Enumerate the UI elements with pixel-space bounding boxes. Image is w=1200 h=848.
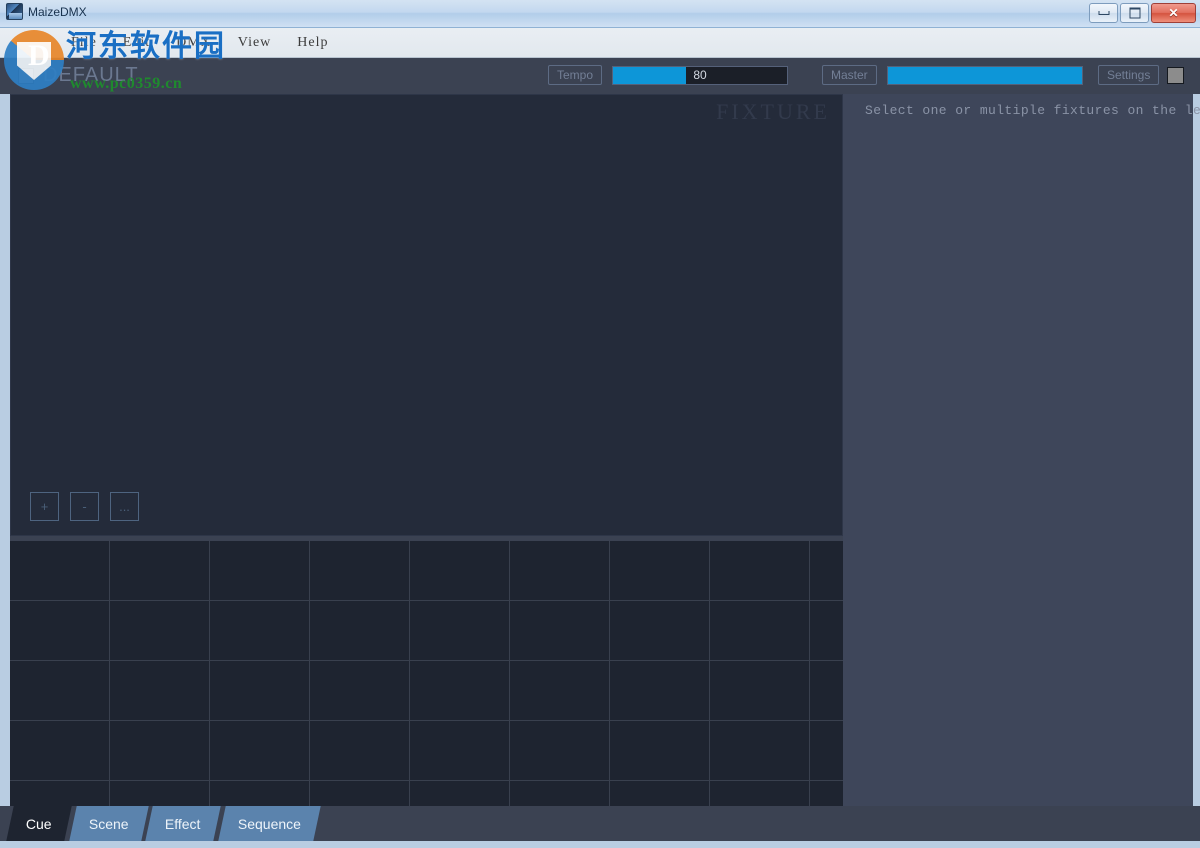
window-title-bar: MaizeDMX ✕	[0, 0, 1200, 28]
cue-cell[interactable]	[10, 721, 110, 781]
cue-cell[interactable]	[410, 721, 510, 781]
cue-grid-panel[interactable]	[10, 541, 843, 806]
close-icon: ✕	[1168, 6, 1179, 20]
fixture-panel-title: FIXTURE	[716, 99, 830, 124]
cue-cell[interactable]	[510, 661, 610, 721]
cue-cell[interactable]	[610, 721, 710, 781]
master-control: Master	[822, 65, 1083, 85]
tempo-control: Tempo 80	[548, 65, 789, 85]
cue-cell[interactable]	[510, 541, 610, 601]
settings-control: Settings	[1098, 65, 1185, 85]
cue-cell[interactable]	[10, 601, 110, 661]
master-button[interactable]: Master	[822, 65, 877, 85]
cue-cell[interactable]	[310, 781, 410, 806]
master-slider[interactable]	[886, 65, 1083, 85]
maximize-icon	[1129, 7, 1140, 19]
cue-cell[interactable]	[710, 541, 810, 601]
cue-cell[interactable]	[10, 661, 110, 721]
cue-cell[interactable]	[410, 541, 510, 601]
window-controls: ✕	[1089, 3, 1196, 23]
cue-cell[interactable]	[610, 781, 710, 806]
cue-cell[interactable]	[110, 661, 210, 721]
cue-cell[interactable]	[810, 661, 843, 721]
fixture-selection-hint: Select one or multiple fixtures on the l…	[865, 103, 1200, 118]
cue-cell[interactable]	[10, 541, 110, 601]
app-icon	[6, 3, 23, 20]
cue-cell[interactable]	[710, 601, 810, 661]
master-value	[888, 67, 1082, 84]
menu-item-edit[interactable]: Edit	[110, 33, 163, 53]
blackout-button[interactable]	[1167, 66, 1185, 84]
fixture-info-panel: Select one or multiple fixtures on the l…	[843, 94, 1200, 806]
tab-effect[interactable]: Effect	[145, 806, 221, 841]
tab-cue[interactable]: Cue	[6, 806, 72, 841]
cue-cell[interactable]	[110, 541, 210, 601]
cue-cell[interactable]	[410, 781, 510, 806]
cue-cell[interactable]	[510, 721, 610, 781]
tab-scene[interactable]: Scene	[68, 806, 149, 841]
cue-cell[interactable]	[510, 601, 610, 661]
tab-label: Effect	[165, 815, 201, 832]
project-name-label: DEFAULT	[43, 64, 139, 86]
fixture-panel[interactable]: FIXTURE + - ...	[10, 94, 843, 536]
cue-cell[interactable]	[310, 601, 410, 661]
project-checkbox[interactable]	[18, 67, 34, 84]
cue-cell[interactable]	[310, 721, 410, 781]
cue-cell[interactable]	[710, 721, 810, 781]
cue-cell[interactable]	[210, 781, 310, 806]
main-stage: FIXTURE + - ... Select one or multiple f…	[0, 94, 1200, 806]
cue-cell[interactable]	[110, 721, 210, 781]
project-selector[interactable]: DEFAULT	[18, 64, 139, 87]
menu-item-dmx[interactable]: DMX	[163, 33, 225, 53]
menu-bar: File Edit DMX View Help	[0, 28, 1200, 58]
cue-cell[interactable]	[410, 601, 510, 661]
cue-cell[interactable]	[610, 541, 710, 601]
window-title: MaizeDMX	[28, 4, 87, 19]
cue-cell[interactable]	[810, 601, 843, 661]
maximize-button[interactable]	[1120, 3, 1149, 23]
cue-cell[interactable]	[310, 541, 410, 601]
cue-cell[interactable]	[110, 601, 210, 661]
close-button[interactable]: ✕	[1151, 3, 1196, 23]
tab-label: Scene	[88, 815, 129, 832]
tempo-button[interactable]: Tempo	[548, 65, 603, 85]
title-bar-left: MaizeDMX	[6, 3, 87, 20]
cue-cell[interactable]	[510, 781, 610, 806]
minimize-button[interactable]	[1089, 3, 1118, 23]
cue-cell[interactable]	[210, 601, 310, 661]
cue-cell[interactable]	[610, 661, 710, 721]
cue-cell[interactable]	[810, 781, 843, 806]
cue-cell[interactable]	[10, 781, 110, 806]
fixture-toolbar: + - ...	[30, 492, 139, 521]
tempo-value: 80	[693, 68, 707, 82]
settings-button[interactable]: Settings	[1098, 65, 1160, 85]
cue-cell[interactable]	[810, 721, 843, 781]
application-window: MaizeDMX ✕ File Edit DMX View Help DEFAU…	[0, 0, 1200, 848]
cue-cell[interactable]	[610, 601, 710, 661]
add-fixture-button[interactable]: +	[30, 492, 59, 521]
tab-label: Cue	[26, 815, 52, 832]
cue-cell[interactable]	[310, 661, 410, 721]
cue-cell[interactable]	[810, 541, 843, 601]
tab-sequence[interactable]: Sequence	[218, 806, 321, 841]
tempo-slider[interactable]: 80	[612, 65, 789, 85]
more-fixture-options-button[interactable]: ...	[110, 492, 139, 521]
menu-item-file[interactable]: File	[58, 33, 110, 53]
cue-cell[interactable]	[410, 661, 510, 721]
window-bottom-edge	[0, 841, 1200, 848]
cue-cell[interactable]	[210, 541, 310, 601]
cue-cell[interactable]	[710, 781, 810, 806]
minimize-icon	[1098, 11, 1109, 15]
cue-cell[interactable]	[210, 661, 310, 721]
cue-grid	[10, 541, 843, 806]
tab-label: Sequence	[237, 815, 301, 832]
cue-cell[interactable]	[210, 721, 310, 781]
cue-cell[interactable]	[110, 781, 210, 806]
menu-item-view[interactable]: View	[225, 33, 284, 53]
menu-item-help[interactable]: Help	[284, 33, 341, 53]
cue-cell[interactable]	[710, 661, 810, 721]
bottom-tabs: Cue Scene Effect Sequence	[6, 806, 322, 841]
bottom-tab-bar: Cue Scene Effect Sequence	[0, 806, 1200, 841]
remove-fixture-button[interactable]: -	[70, 492, 99, 521]
